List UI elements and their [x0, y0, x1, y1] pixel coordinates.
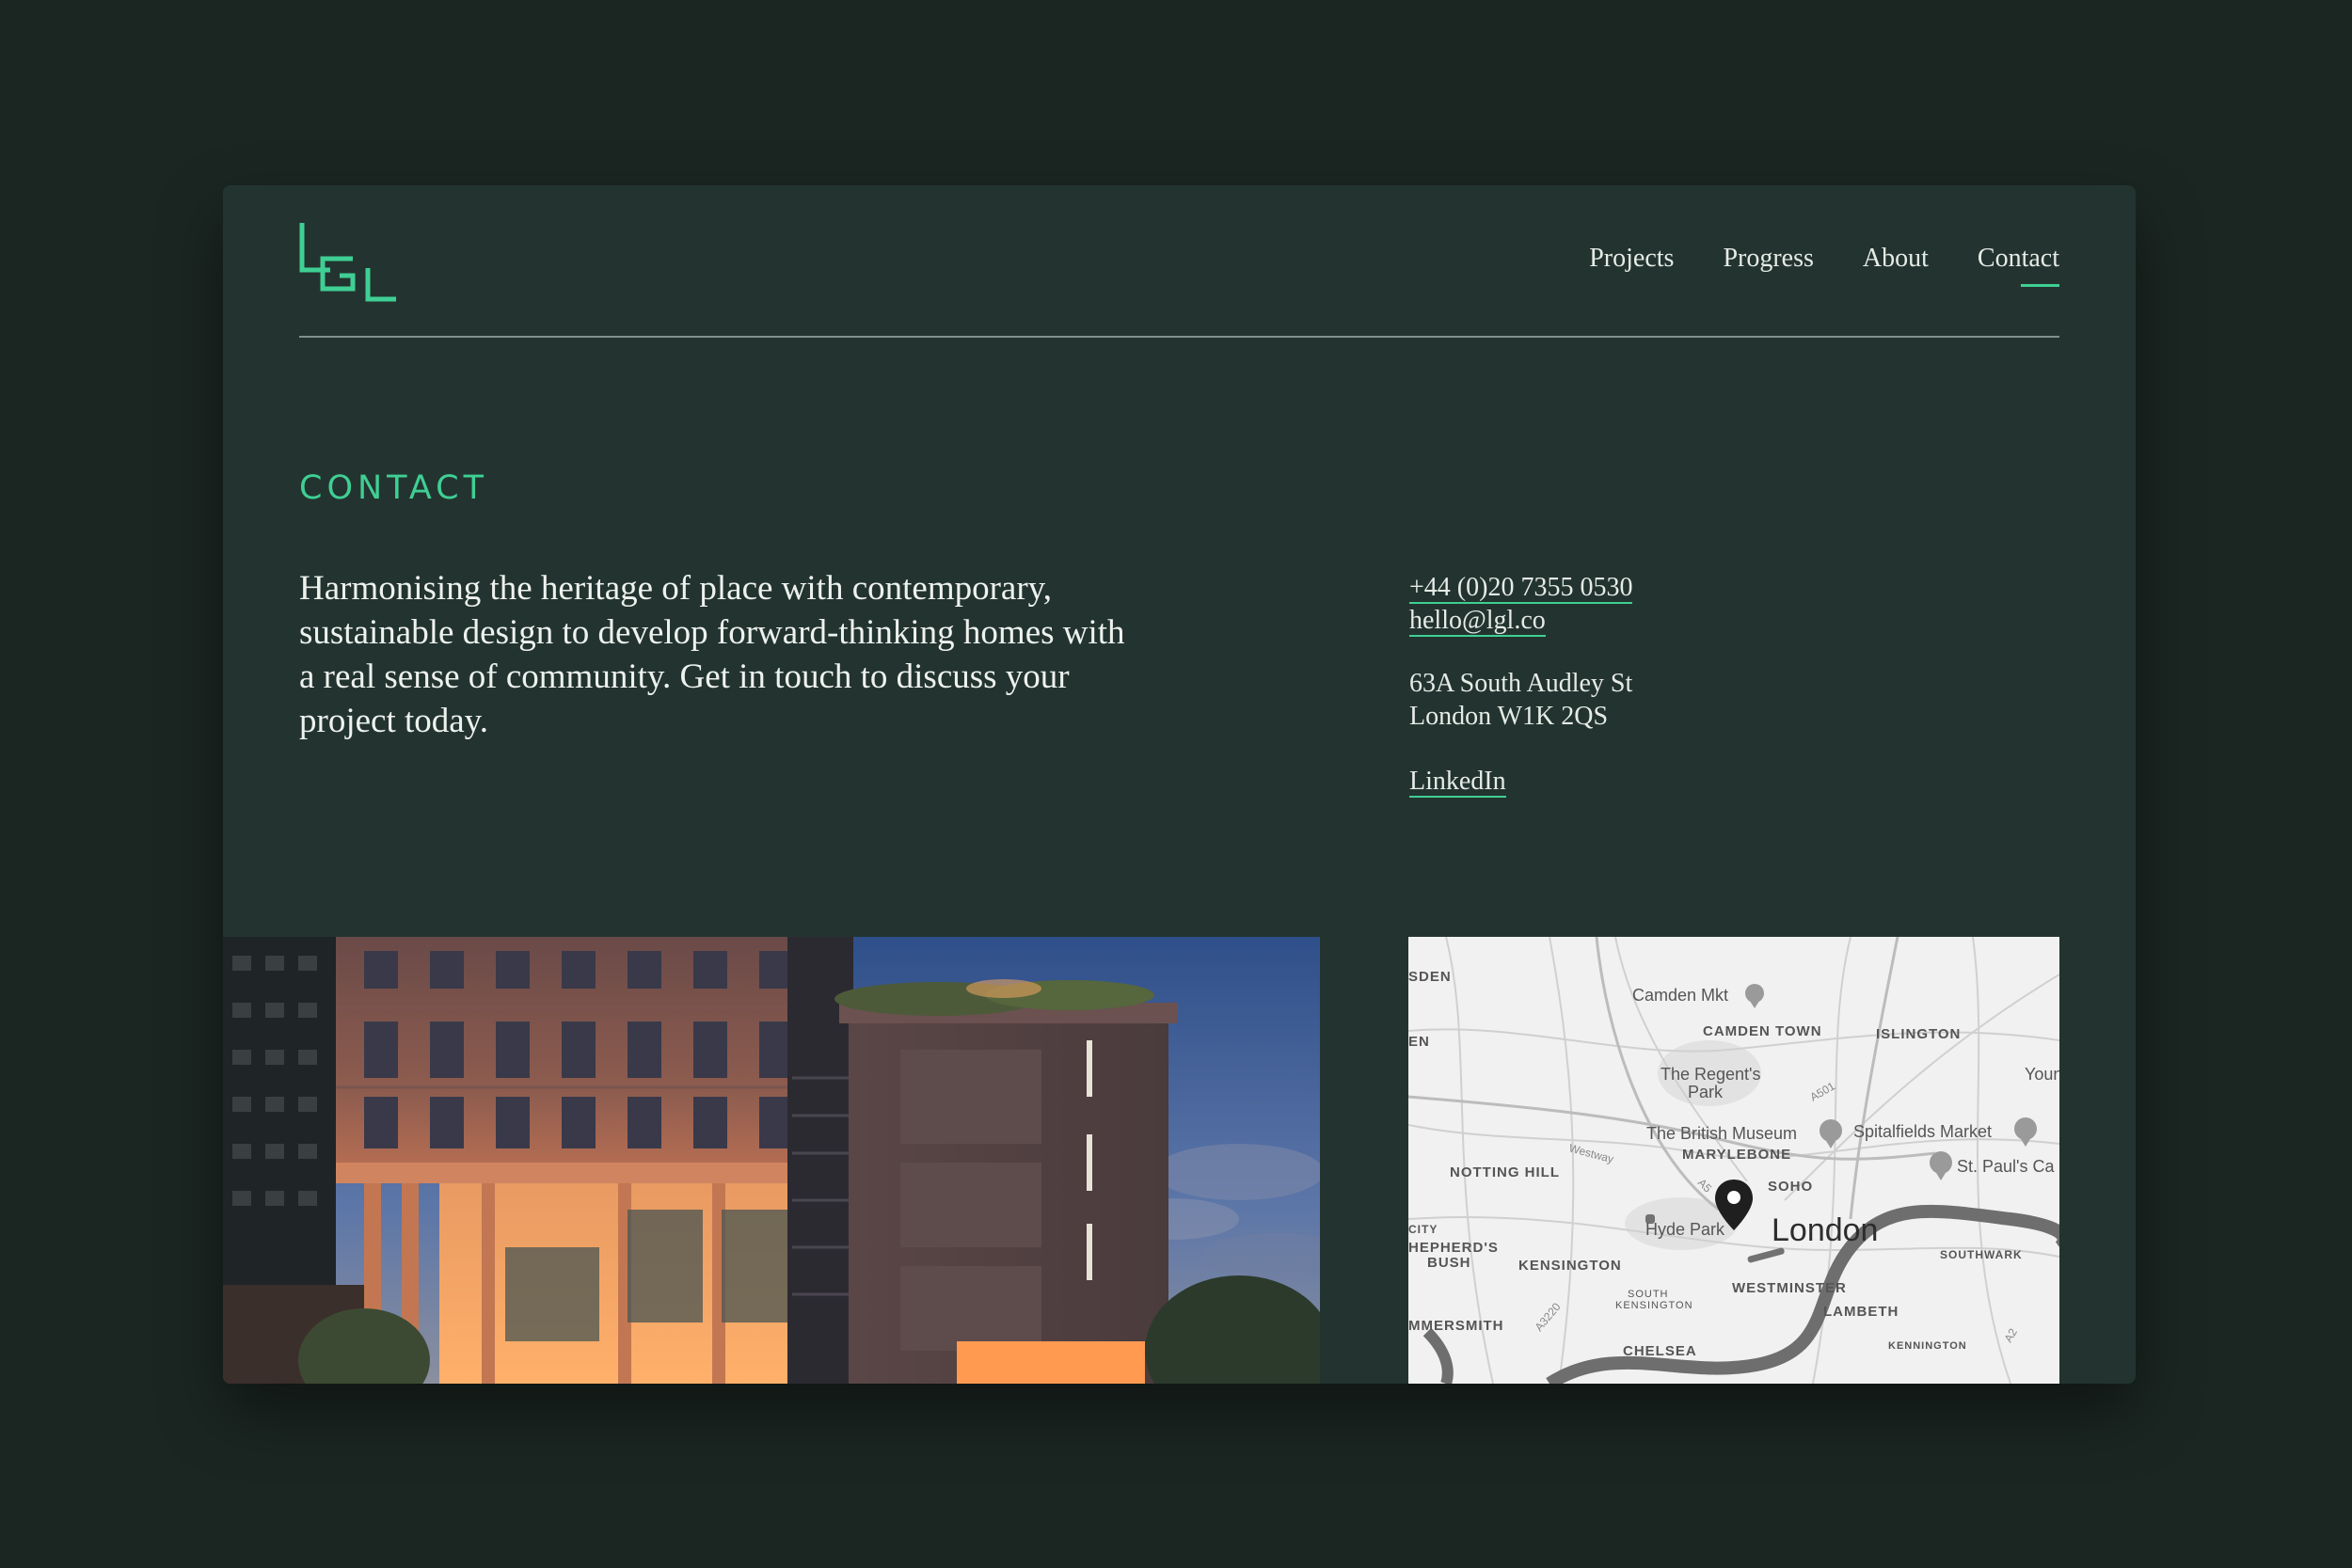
map-label-notting-hill: NOTTING HILL: [1450, 1164, 1560, 1180]
map-label-st-pauls: St. Paul's Ca: [1957, 1157, 2055, 1176]
nav-progress[interactable]: Progress: [1723, 244, 1813, 274]
map-label-shepherds-1: HEPHERD'S: [1408, 1240, 1499, 1256]
map-label-camden-town: CAMDEN TOWN: [1703, 1023, 1822, 1039]
map-label-westminster: WESTMINSTER: [1732, 1280, 1847, 1296]
linkedin-link[interactable]: LinkedIn: [1409, 768, 1506, 798]
map-label-chelsea: CHELSEA: [1623, 1343, 1697, 1359]
map-label-regents-park-1: The Regent's: [1661, 1065, 1761, 1084]
map-label-kensington: KENSINGTON: [1518, 1258, 1622, 1274]
nav-projects[interactable]: Projects: [1589, 244, 1674, 274]
map-label-city: CITY: [1408, 1223, 1438, 1236]
map-label-london: London: [1772, 1212, 1878, 1248]
address: 63A South Audley St London W1K 2QS: [1409, 667, 1632, 733]
address-line-1: 63A South Audley St: [1409, 669, 1633, 698]
map-label-islington: ISLINGTON: [1876, 1026, 1961, 1042]
intro-text: Harmonising the heritage of place with c…: [299, 569, 1125, 740]
map-label-camden-mkt: Camden Mkt: [1632, 986, 1728, 1005]
map-label-young: Young V: [2025, 1065, 2059, 1084]
map-label-south-kensington-1: SOUTH: [1628, 1289, 1669, 1300]
map-label-southwark: SOUTHWARK: [1940, 1248, 2023, 1261]
address-line-2: London W1K 2QS: [1409, 702, 1609, 731]
map-label-south-kensington-2: KENSINGTON: [1615, 1300, 1693, 1311]
map-label-kennington: KENNINGTON: [1888, 1340, 1967, 1352]
map-label-shepherds-2: BUSH: [1427, 1255, 1471, 1271]
contact-details: +44 (0)20 7355 0530 hello@lgl.co 63A Sou…: [1409, 571, 1633, 798]
map-label-regents-park-2: Park: [1688, 1083, 1724, 1101]
location-map[interactable]: SDEN EN CAMDEN TOWN ISLINGTON MARYLEBONE…: [1408, 937, 2059, 1384]
map-label-spitalfields: Spitalfields Market: [1853, 1122, 1992, 1141]
nav-about[interactable]: About: [1863, 244, 1929, 274]
building-photo: [223, 937, 1320, 1384]
map-label-en: EN: [1408, 1034, 1430, 1050]
map-label-lambeth: LAMBETH: [1823, 1304, 1899, 1320]
page-title: CONTACT: [299, 469, 488, 507]
email-link[interactable]: hello@lgl.co: [1409, 607, 1546, 637]
lgl-logo[interactable]: [298, 221, 396, 302]
phone-link[interactable]: +44 (0)20 7355 0530: [1409, 574, 1633, 604]
map-label-soho: SOHO: [1768, 1179, 1813, 1195]
map-label-hammersmith: MMERSMITH: [1408, 1318, 1504, 1334]
contact-page-card: Projects Progress About Contact CONTACT …: [223, 185, 2136, 1384]
nav-contact[interactable]: Contact: [1978, 244, 2060, 287]
map-label-marylebone: MARYLEBONE: [1682, 1147, 1791, 1163]
header-divider: [299, 336, 2059, 338]
main-nav: Projects Progress About Contact: [1589, 244, 2060, 287]
map-label-hyde-park: Hyde Park: [1645, 1220, 1725, 1239]
map-label-british-museum: The British Museum: [1646, 1124, 1797, 1143]
map-label-sden: SDEN: [1408, 969, 1452, 985]
